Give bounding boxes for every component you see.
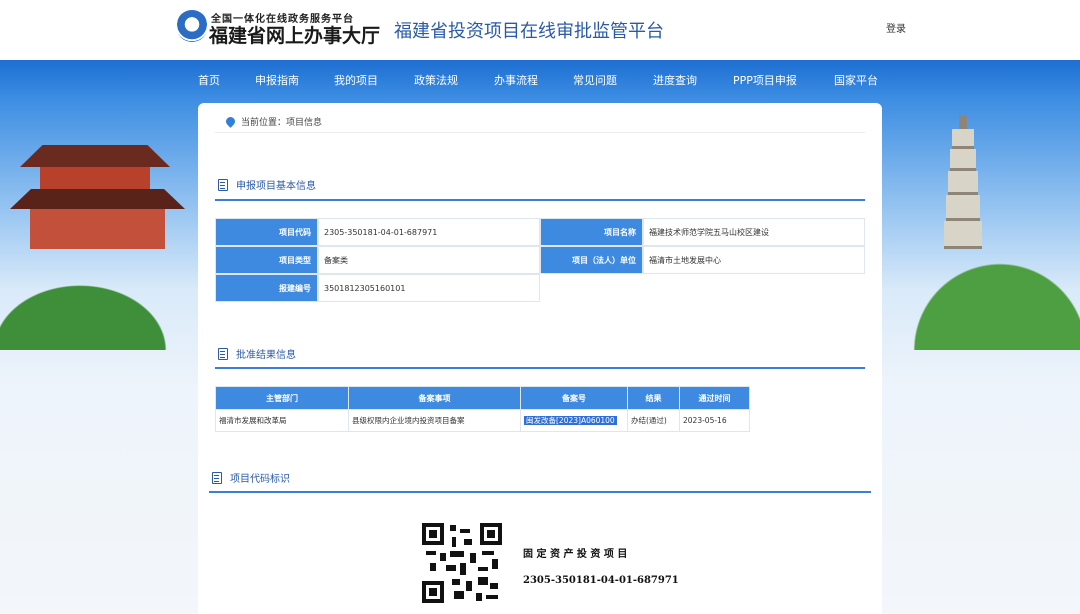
code-id-title: 项目代码标识 — [230, 474, 290, 485]
section-underline — [215, 367, 865, 369]
nav-progress[interactable]: 进度查询 — [653, 72, 697, 88]
col-number: 备案号 — [520, 386, 628, 410]
project-unit-label: 项目（法人）单位 — [540, 246, 643, 274]
col-dept: 主管部门 — [215, 386, 349, 410]
logo-title[interactable]: 福建省网上办事大厅 — [209, 21, 380, 48]
hill-decoration — [0, 260, 200, 350]
government-emblem-icon — [176, 10, 208, 42]
breadcrumb: 当前位置：项目信息 — [224, 115, 323, 128]
qr-caption-title: 固 定 资 产 投 资 项 目 — [523, 549, 628, 560]
col-result: 结果 — [627, 386, 680, 410]
nav-process[interactable]: 办事流程 — [494, 72, 538, 88]
project-type-value: 备案类 — [318, 246, 540, 274]
approval-heading: 批准结果信息 — [218, 346, 296, 361]
qr-code-icon — [422, 523, 502, 603]
document-icon — [218, 178, 228, 191]
pagoda-illustration — [940, 115, 986, 265]
info-row: 项目类型 备案类 项目（法人）单位 福清市土地发展中心 — [215, 246, 865, 274]
col-matter: 备案事项 — [348, 386, 521, 410]
table-row: 福清市发展和改革局 县级权限内企业境内投资项目备案 闽发改备[2023]A060… — [215, 409, 750, 432]
document-icon — [218, 347, 228, 360]
approval-table: 主管部门 备案事项 备案号 结果 通过时间 福清市发展和改革局 县级权限内企业境… — [215, 386, 750, 432]
nav-home[interactable]: 首页 — [198, 72, 220, 88]
cell-result: 办结(通过) — [627, 409, 680, 432]
basic-info-heading: 申报项目基本信息 — [218, 177, 316, 192]
main-nav: 首页 申报指南 我的项目 政策法规 办事流程 常见问题 进度查询 PPP项目申报… — [0, 60, 1080, 98]
project-name-label: 项目名称 — [540, 218, 643, 246]
report-number-label: 报建编号 — [215, 274, 318, 302]
info-row: 项目代码 2305-350181-04-01-687971 项目名称 福建技术师… — [215, 218, 865, 246]
nav-national[interactable]: 国家平台 — [834, 72, 878, 88]
basic-info-title: 申报项目基本信息 — [236, 181, 316, 192]
project-info-card: 当前位置：项目信息 申报项目基本信息 项目代码 2305-350181-04-0… — [198, 103, 882, 614]
divider — [215, 132, 865, 133]
nav-faq[interactable]: 常见问题 — [573, 72, 617, 88]
project-code-label: 项目代码 — [215, 218, 318, 246]
qr-caption-code: 2305-350181-04-01-687971 — [523, 575, 679, 586]
project-unit-value: 福清市土地发展中心 — [643, 246, 865, 274]
cell-date: 2023-05-16 — [679, 409, 750, 432]
cell-dept: 福清市发展和改革局 — [215, 409, 349, 432]
site-header: 全国一体化在线政务服务平台 福建省网上办事大厅 福建省投资项目在线审批监管平台 … — [0, 0, 1080, 60]
breadcrumb-text: 当前位置：项目信息 — [241, 118, 323, 128]
project-name-value: 福建技术师范学院五马山校区建设 — [643, 218, 865, 246]
cell-matter: 县级权限内企业境内投资项目备案 — [348, 409, 521, 432]
platform-title: 福建省投资项目在线审批监管平台 — [394, 21, 664, 42]
section-underline — [209, 491, 871, 493]
document-icon — [212, 471, 222, 484]
report-number-value: 3501812305160101 — [318, 274, 540, 302]
login-link[interactable]: 登录 — [886, 20, 906, 35]
nav-policies[interactable]: 政策法规 — [414, 72, 458, 88]
project-code-value: 2305-350181-04-01-687971 — [318, 218, 540, 246]
section-underline — [215, 199, 865, 201]
nav-my-projects[interactable]: 我的项目 — [334, 72, 378, 88]
code-id-heading: 项目代码标识 — [212, 470, 290, 485]
approval-title: 批准结果信息 — [236, 350, 296, 361]
nav-guide[interactable]: 申报指南 — [255, 72, 299, 88]
location-pin-icon — [224, 115, 237, 128]
selected-filing-number[interactable]: 闽发改备[2023]A060100 — [524, 416, 617, 425]
nav-ppp[interactable]: PPP项目申报 — [733, 72, 797, 88]
table-header-row: 主管部门 备案事项 备案号 结果 通过时间 — [215, 386, 750, 410]
info-row: 报建编号 3501812305160101 — [215, 274, 540, 302]
cell-number[interactable]: 闽发改备[2023]A060100 — [520, 409, 628, 432]
temple-illustration — [10, 145, 190, 255]
project-type-label: 项目类型 — [215, 246, 318, 274]
col-date: 通过时间 — [679, 386, 750, 410]
